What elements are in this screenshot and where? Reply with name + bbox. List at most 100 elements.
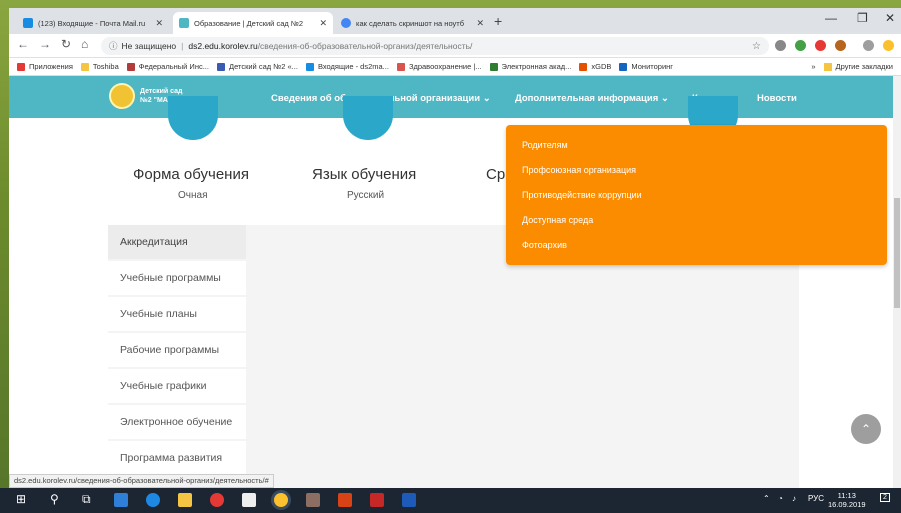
reload-button[interactable]: ↻ xyxy=(61,37,71,51)
minimize-button[interactable]: — xyxy=(825,11,837,25)
tab-education[interactable]: Образование | Детский сад №2 ✕ xyxy=(173,12,333,34)
close-icon[interactable]: ✕ xyxy=(319,18,327,29)
tab-mail[interactable]: (123) Входящие - Почта Mail.ru ✕ xyxy=(17,12,169,34)
bookmark-star-icon[interactable]: ☆ xyxy=(752,41,761,52)
shield-icon[interactable] xyxy=(795,40,806,51)
back-button[interactable]: ← xyxy=(17,37,29,51)
bookmark-apps[interactable]: Приложения xyxy=(17,62,73,71)
sidebar-item-e-learning[interactable]: Электронное обучение xyxy=(108,405,246,441)
nav-news[interactable]: Новости xyxy=(757,93,797,104)
folder-icon xyxy=(80,62,89,71)
maximize-button[interactable]: ❐ xyxy=(857,11,868,25)
site-header: Детский сад №2 "МАЛЫШКА" Сведения об обр… xyxy=(9,76,901,118)
bookmarks-bar: Приложения Toshiba Федеральный Инс... Де… xyxy=(9,58,901,76)
mail-icon xyxy=(305,62,314,71)
bookmark-label: Toshiba xyxy=(92,62,119,71)
network-icon[interactable]: ◔ xyxy=(778,494,783,503)
search-icon[interactable]: ⚲ xyxy=(50,492,59,506)
close-icon[interactable]: ✕ xyxy=(476,18,484,29)
forward-button[interactable]: → xyxy=(39,37,51,51)
clock[interactable]: 11:13 16.09.2019 xyxy=(828,491,866,509)
update-alert-icon[interactable] xyxy=(883,40,894,51)
file-explorer-icon[interactable] xyxy=(178,493,192,507)
sidebar-item-accreditation[interactable]: Аккредитация xyxy=(108,225,246,261)
clock-date: 16.09.2019 xyxy=(828,500,866,509)
bookmark-label: Мониторинг xyxy=(631,62,674,71)
sidebar-item-study-plans[interactable]: Учебные планы xyxy=(108,297,246,333)
site-icon xyxy=(579,62,588,71)
notifications-icon[interactable]: 2 xyxy=(880,493,890,502)
pdf-reader-icon[interactable] xyxy=(370,493,384,507)
word-icon[interactable] xyxy=(402,493,416,507)
stat-value: Очная xyxy=(178,190,208,201)
chrome-icon[interactable] xyxy=(274,493,288,507)
yandex-icon[interactable] xyxy=(210,493,224,507)
home-button[interactable]: ⌂ xyxy=(81,37,88,51)
windows-start-icon[interactable]: ⊞ xyxy=(16,492,26,506)
site-icon xyxy=(489,62,498,71)
bookmark-item[interactable]: Электронная акад... xyxy=(489,62,571,71)
notification-count: 2 xyxy=(883,494,887,501)
bookmark-item[interactable]: Здравоохранение |... xyxy=(396,62,482,71)
powerpoint-icon[interactable] xyxy=(338,493,352,507)
bookmark-item[interactable]: Мониторинг xyxy=(619,62,673,71)
dropdown-item-parents[interactable]: Родителям xyxy=(522,140,568,150)
dropdown-item-accessible-environment[interactable]: Доступная среда xyxy=(522,215,593,225)
kindergarten-logo[interactable] xyxy=(109,83,135,109)
logo-line-1: Детский сад xyxy=(140,88,183,95)
sidebar-item-development-program[interactable]: Программа развития xyxy=(108,441,246,477)
other-bookmarks-label: Другие закладки xyxy=(835,62,893,71)
new-tab-button[interactable]: + xyxy=(494,13,502,29)
address-bar[interactable]: ⓘ Не защищено | ds2.edu.korolev.ru /свед… xyxy=(101,37,769,55)
browser-toolbar: ← → ↻ ⌂ ⓘ Не защищено | ds2.edu.korolev.… xyxy=(9,34,901,58)
close-icon[interactable]: ✕ xyxy=(155,18,163,29)
other-bookmarks[interactable]: » Другие закладки xyxy=(811,62,893,71)
site-icon xyxy=(126,62,135,71)
info-icon[interactable]: ⓘ xyxy=(109,40,118,52)
stat-circle-icon xyxy=(168,96,218,140)
bookmark-item[interactable]: Входящие - ds2ma... xyxy=(305,62,389,71)
profile-avatar-icon[interactable] xyxy=(863,40,874,51)
media-player-icon[interactable] xyxy=(306,493,320,507)
nav-additional-info[interactable]: Дополнительная информация ⌄ xyxy=(515,93,669,104)
adblock-icon[interactable] xyxy=(815,40,826,51)
bookmark-label: Детский сад №2 «... xyxy=(228,62,298,71)
bookmark-item[interactable]: Федеральный Инс... xyxy=(126,62,209,71)
mail-icon[interactable] xyxy=(242,493,256,507)
scroll-to-top-button[interactable]: ⌃ xyxy=(851,414,881,444)
language-indicator[interactable]: РУС xyxy=(808,494,824,503)
store-icon[interactable] xyxy=(114,493,128,507)
tab-search[interactable]: как сделать скриншот на ноутб ✕ xyxy=(335,12,490,34)
scrollbar-thumb[interactable] xyxy=(894,198,900,308)
browser-window: (123) Входящие - Почта Mail.ru ✕ Образов… xyxy=(9,8,901,488)
folder-icon xyxy=(823,62,832,71)
url-path: /сведения-об-образовательной-организ/дея… xyxy=(257,41,473,51)
bookmark-item[interactable]: Детский сад №2 «... xyxy=(216,62,298,71)
edge-icon[interactable] xyxy=(146,493,160,507)
bookmark-item[interactable]: Toshiba xyxy=(80,62,119,71)
task-view-icon[interactable]: ⧉ xyxy=(82,492,91,507)
sidebar-item-curricula-programs[interactable]: Учебные программы xyxy=(108,261,246,297)
windows-taskbar: ⊞ ⚲ ⧉ ⌃ ◔ ♪ РУС 11:13 16.09.2019 2 xyxy=(0,488,901,513)
bookmark-item[interactable]: xGDB xyxy=(579,62,611,71)
site-icon xyxy=(619,62,628,71)
apps-grid-icon xyxy=(17,62,25,71)
extension-icon[interactable] xyxy=(775,40,786,51)
bookmark-label: Приложения xyxy=(29,62,73,71)
tab-title: Образование | Детский сад №2 xyxy=(194,18,304,28)
sidebar-item-schedules[interactable]: Учебные графики xyxy=(108,369,246,405)
stat-title: Форма обучения xyxy=(133,166,249,183)
site-icon xyxy=(216,62,225,71)
url-domain: ds2.edu.korolev.ru xyxy=(188,41,258,51)
sidebar-item-work-programs[interactable]: Рабочие программы xyxy=(108,333,246,369)
extension-icon[interactable] xyxy=(835,40,846,51)
dropdown-item-anticorruption[interactable]: Противодействие коррупции xyxy=(522,190,642,200)
close-window-button[interactable]: ✕ xyxy=(885,11,895,25)
volume-icon[interactable]: ♪ xyxy=(792,494,796,503)
bookmark-label: Федеральный Инс... xyxy=(138,62,209,71)
chevron-up-icon[interactable]: ⌃ xyxy=(763,494,770,503)
dropdown-item-photo-archive[interactable]: Фотоархив xyxy=(522,240,567,250)
chevron-double-right-icon[interactable]: » xyxy=(811,62,815,71)
dropdown-item-union[interactable]: Профсоюзная организация xyxy=(522,165,636,175)
sidebar-menu: Аккредитация Учебные программы Учебные п… xyxy=(108,225,246,477)
